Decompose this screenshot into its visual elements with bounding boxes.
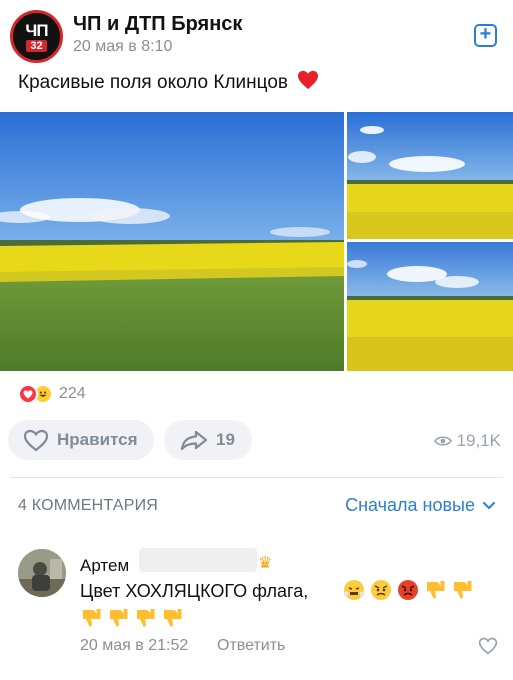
divider — [10, 477, 503, 478]
post-photo-main[interactable] — [0, 112, 344, 371]
thumbs-down-icon — [424, 579, 446, 601]
logo-text-bottom: 32 — [26, 39, 47, 52]
red-heart-icon — [298, 70, 319, 90]
group-name[interactable]: ЧП и ДТП Брянск — [73, 13, 242, 36]
redacted-surname — [139, 548, 257, 572]
thumbs-down-icon — [161, 607, 183, 629]
like-label: Нравится — [57, 430, 138, 449]
post-text-content: Красивые поля около Клинцов — [18, 72, 288, 93]
steam-face-icon — [343, 579, 365, 601]
reply-button[interactable]: Ответить — [217, 637, 285, 655]
comment-emojis-line2 — [80, 607, 188, 629]
views-count: 19,1K — [456, 431, 501, 450]
rapeseed-field-photo — [0, 112, 344, 371]
views-counter: 19,1K — [433, 431, 501, 451]
rage-face-icon — [397, 579, 419, 601]
post-header: ЧП 32 ЧП и ДТП Брянск 20 мая в 8:10 + — [0, 0, 513, 64]
comment-emojis-line1 — [343, 579, 478, 601]
thumbs-down-icon — [451, 579, 473, 601]
share-button[interactable]: 19 — [164, 420, 252, 460]
share-arrow-icon — [180, 430, 208, 451]
group-avatar[interactable]: ЧП 32 — [10, 10, 63, 63]
post-photo-3[interactable] — [347, 242, 513, 371]
reactions-summary[interactable]: 224 — [18, 383, 86, 405]
heart-outline-icon — [23, 429, 49, 451]
thumbs-down-icon — [107, 607, 129, 629]
share-count: 19 — [216, 430, 235, 449]
rapeseed-field-photo — [347, 112, 513, 239]
comment-text: Цвет ХОХЛЯЦКОГО флага, — [80, 581, 309, 601]
heart-reaction-icon — [18, 384, 38, 404]
post-time[interactable]: 20 мая в 8:10 — [73, 38, 172, 56]
comment-like-icon[interactable] — [478, 636, 498, 656]
post-text: Красивые поля около Клинцов — [18, 70, 319, 94]
eye-icon — [433, 436, 452, 446]
logo-text-top: ЧП — [25, 20, 48, 40]
angry-face-icon — [370, 579, 392, 601]
comments-sort-select[interactable]: Сначала новые — [345, 495, 495, 516]
commenter-avatar[interactable] — [18, 549, 66, 597]
avatar-photo — [18, 549, 66, 597]
reactions-count: 224 — [59, 385, 86, 402]
chevron-down-icon — [483, 501, 495, 509]
post-photo-2[interactable] — [347, 112, 513, 239]
comment-author[interactable]: Артем — [80, 556, 129, 576]
like-button[interactable]: Нравится — [8, 420, 154, 460]
rapeseed-field-photo — [347, 242, 513, 371]
comments-count: 4 КОММЕНТАРИЯ — [18, 497, 159, 514]
subscribe-button[interactable]: + — [474, 24, 497, 47]
crown-icon: ♛ — [258, 555, 273, 572]
sort-label: Сначала новые — [345, 495, 475, 515]
thumbs-down-icon — [134, 607, 156, 629]
comment-time: 20 мая в 21:52 — [80, 637, 189, 654]
thumbs-down-icon — [80, 607, 102, 629]
